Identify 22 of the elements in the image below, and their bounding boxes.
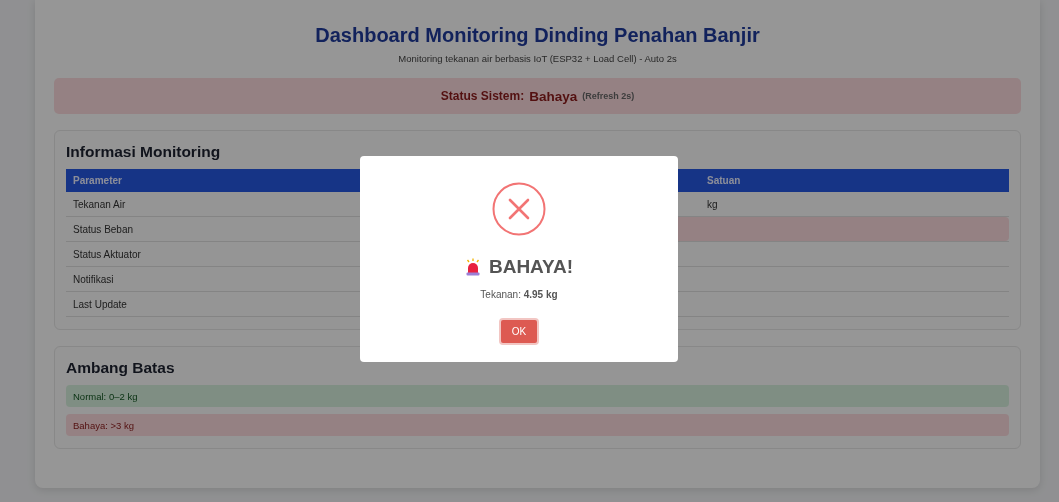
- status-value: Bahaya: [529, 88, 578, 104]
- page-subtitle: Monitoring tekanan air berbasis IoT (ESP32 + Load Cell) - Auto 2s: [398, 53, 677, 64]
- refresh-note: (Refresh 2s): [582, 91, 635, 101]
- table-cell-text: Status Beban: [72, 222, 135, 237]
- threshold-alert: Bahaya: >3 kg: [66, 414, 1009, 436]
- threshold-alert: Normal: 0–2 kg: [66, 385, 1009, 407]
- column-header: Parameter: [72, 174, 123, 188]
- column-header: Satuan: [706, 174, 742, 188]
- card-title: Informasi Monitoring: [66, 143, 222, 161]
- table-cell-text: Tekanan Air: [72, 197, 127, 212]
- table-cell-text: Status Aktuator: [72, 247, 142, 262]
- error-icon: [492, 182, 546, 236]
- card-title: Ambang Batas: [66, 359, 176, 377]
- page-title: Dashboard Monitoring Dinding Penahan Banjir: [315, 24, 760, 47]
- ok-button[interactable]: OK: [499, 318, 539, 345]
- dialog-title: BAHAYA!: [488, 256, 574, 278]
- table-cell-text: Last Update: [72, 297, 128, 312]
- table-cell-text: Notifikasi: [72, 272, 115, 287]
- status-label: Status Sistem:: [440, 89, 525, 103]
- dialog-message: Tekanan: 4.95 kg: [480, 289, 558, 300]
- table-cell-text: kg: [706, 197, 719, 212]
- siren-icon: [464, 258, 481, 276]
